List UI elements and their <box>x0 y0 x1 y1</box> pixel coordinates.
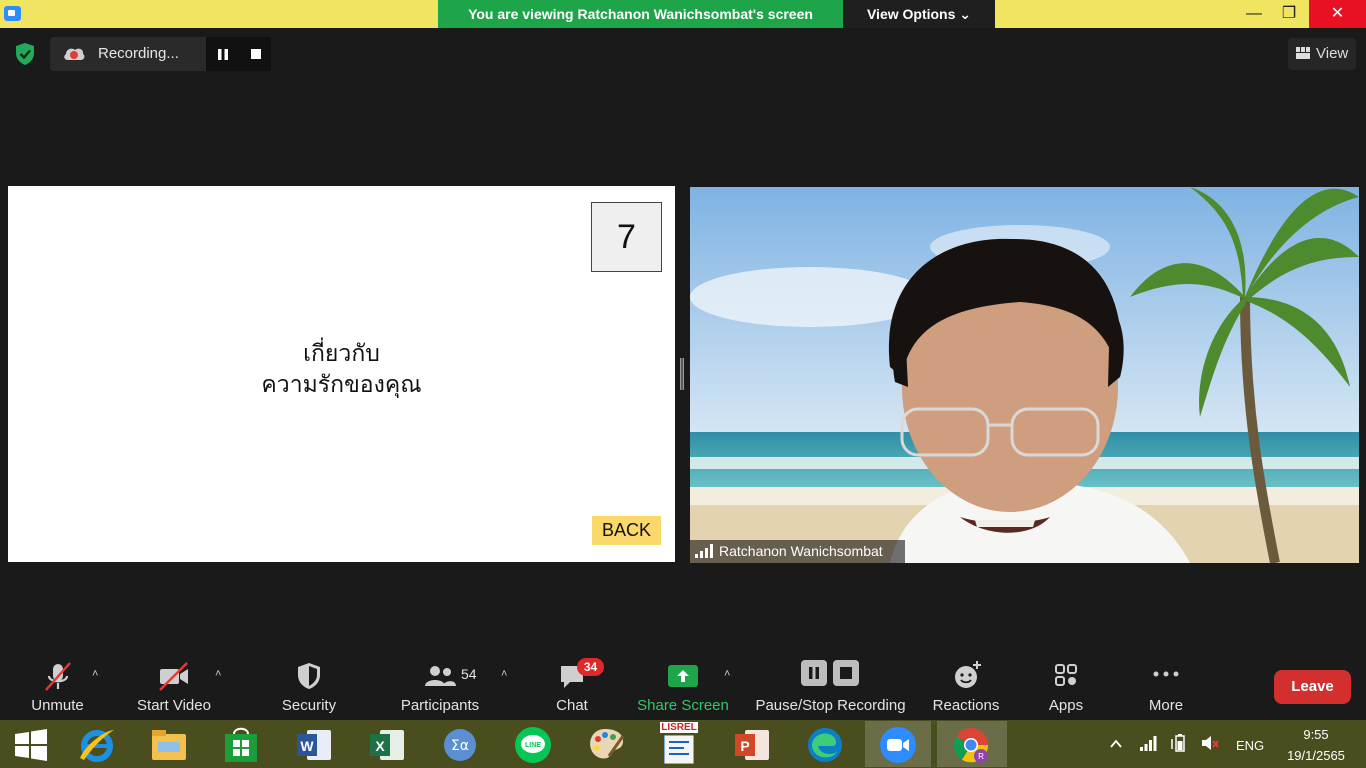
chat-label: Chat <box>556 697 588 714</box>
microsoft-powerpoint-icon[interactable]: P <box>731 724 773 766</box>
file-explorer-icon[interactable] <box>148 724 190 766</box>
clock-date[interactable]: 19/1/2565 <box>1282 748 1350 763</box>
pause-recording-button[interactable] <box>206 37 240 71</box>
microsoft-word-icon[interactable]: W <box>293 724 335 766</box>
start-video-label: Start Video <box>137 697 211 714</box>
participant-name-tag: Ratchanon Wanichsombat <box>690 540 905 563</box>
lisrel-document-icon <box>664 735 694 764</box>
participants-count: 54 <box>461 666 477 682</box>
share-options-caret[interactable]: ˄ <box>724 668 730 680</box>
pause-stop-recording-button[interactable]: Pause/Stop Recording <box>752 656 909 718</box>
battery-icon[interactable] <box>1170 733 1190 753</box>
audio-options-caret[interactable]: ˄ <box>92 668 98 680</box>
reactions-label: Reactions <box>932 697 1000 714</box>
more-button[interactable]: More <box>1140 658 1192 718</box>
participant-video <box>690 187 1359 563</box>
share-screen-button[interactable]: Share Screen <box>637 658 729 718</box>
leave-button[interactable]: Leave <box>1274 670 1351 704</box>
svg-text:X: X <box>375 738 385 754</box>
share-screen-label: Share Screen <box>637 697 729 714</box>
microsoft-store-icon[interactable] <box>220 724 262 766</box>
microsoft-edge-icon[interactable] <box>804 724 846 766</box>
windows-start-icon[interactable] <box>10 724 52 766</box>
pause-icon <box>218 49 228 60</box>
slide-title-line-2: ความรักของคุณ <box>261 371 422 397</box>
participants-icon <box>425 666 456 686</box>
slide-number-box: 7 <box>591 202 662 272</box>
slide-title: เกี่ยวกับ ความรักของคุณ <box>8 338 675 400</box>
minimize-button[interactable]: — <box>1235 0 1273 28</box>
stop-recording-button[interactable] <box>240 37 271 71</box>
stop-icon <box>251 49 261 59</box>
security-label: Security <box>281 697 337 714</box>
maximize-button[interactable]: ❐ <box>1270 0 1308 28</box>
security-button[interactable]: Security <box>278 658 340 718</box>
security-shield-icon <box>298 663 320 689</box>
chat-unread-badge: 34 <box>577 658 604 676</box>
unmute-label: Unmute <box>31 697 84 714</box>
share-screen-icon <box>668 665 698 687</box>
lisrel-label: LISREL <box>660 722 698 733</box>
microphone-muted-icon <box>45 662 71 691</box>
zoom-taskbar-icon[interactable] <box>877 724 919 766</box>
network-signal-icon[interactable] <box>1139 734 1157 752</box>
recording-label: Recording... <box>98 45 179 62</box>
slide-title-line-1: เกี่ยวกับ <box>303 340 380 366</box>
participants-button[interactable]: 54 Participants <box>398 658 482 718</box>
svg-text:LINE: LINE <box>525 742 541 749</box>
gallery-grid-icon <box>1296 47 1310 59</box>
start-video-button[interactable]: Start Video <box>134 658 214 718</box>
apps-label: Apps <box>1048 697 1084 714</box>
split-view-drag-handle[interactable] <box>679 358 685 390</box>
svg-text:P: P <box>740 738 749 754</box>
cloud-recording-icon <box>64 48 85 60</box>
video-options-caret[interactable]: ˄ <box>215 668 221 680</box>
close-window-button[interactable]: ✕ <box>1309 0 1366 28</box>
participants-label: Participants <box>400 697 480 714</box>
video-camera-off-icon <box>159 662 188 691</box>
internet-explorer-icon[interactable] <box>76 724 118 766</box>
paint-palette-icon[interactable] <box>585 724 627 766</box>
lisrel-app-icon[interactable]: LISREL <box>658 722 700 766</box>
volume-muted-icon[interactable] <box>1200 734 1220 752</box>
signal-strength-icon <box>695 544 713 558</box>
clock-time[interactable]: 9:55 <box>1286 727 1346 742</box>
reactions-smiley-icon <box>955 661 981 688</box>
microsoft-excel-icon[interactable]: X <box>366 724 408 766</box>
google-chrome-icon[interactable]: R <box>950 724 992 766</box>
apps-button[interactable]: Apps <box>1044 658 1088 718</box>
svg-text:Σα: Σα <box>451 738 469 754</box>
apps-icon <box>1055 664 1077 686</box>
unmute-button[interactable]: Unmute <box>30 658 85 718</box>
pause-stop-recording-icon <box>801 660 859 686</box>
more-label: More <box>1148 697 1184 714</box>
svg-text:R: R <box>978 752 984 761</box>
participants-options-caret[interactable]: ˄ <box>501 668 507 680</box>
zoom-app-icon <box>4 6 21 21</box>
svg-text:W: W <box>300 738 314 754</box>
view-options-button[interactable]: View Options ⌄ <box>843 0 995 28</box>
encryption-shield-icon[interactable] <box>14 42 36 66</box>
input-language-indicator[interactable]: ENG <box>1236 738 1264 753</box>
slide-back-button[interactable]: BACK <box>592 516 661 545</box>
line-app-icon[interactable]: LINE <box>512 724 554 766</box>
math-input-panel-icon[interactable]: Σα <box>439 724 481 766</box>
viewing-screen-banner: You are viewing Ratchanon Wanichsombat's… <box>438 0 843 28</box>
pause-stop-recording-label: Pause/Stop Recording <box>755 697 906 714</box>
more-dots-icon <box>1153 671 1179 677</box>
reactions-button[interactable]: Reactions <box>930 658 1002 718</box>
show-hidden-icons-chevron[interactable] <box>1109 738 1123 750</box>
shared-screen-slide: 7 เกี่ยวกับ ความรักของคุณ BACK <box>8 186 675 562</box>
